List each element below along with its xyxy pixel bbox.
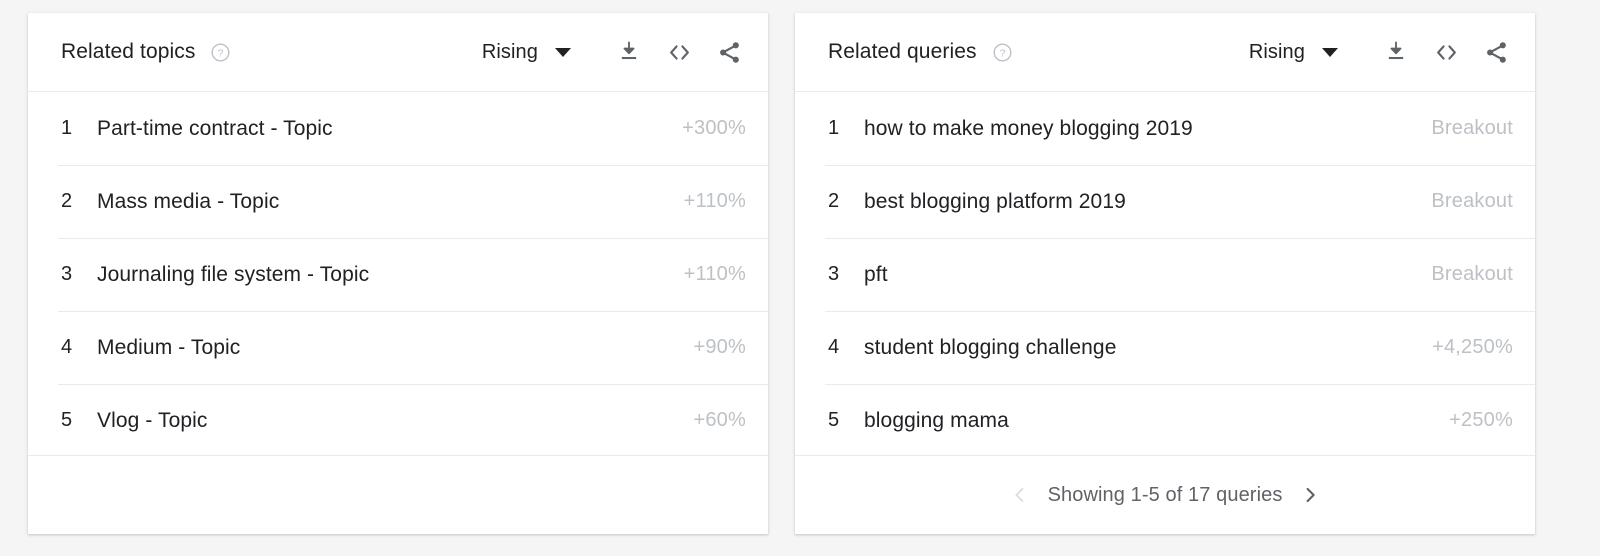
row-rank: 5	[828, 409, 840, 431]
related-queries-header: Related queries ? Rising	[795, 13, 1535, 92]
row-value: +300%	[682, 117, 746, 139]
table-row[interactable]: 3 pft Breakout	[795, 238, 1535, 311]
help-circle-icon[interactable]: ?	[210, 42, 231, 63]
sort-dropdown[interactable]: Rising	[1249, 41, 1338, 64]
row-title: Part-time contract - Topic	[97, 116, 333, 140]
svg-text:?: ?	[218, 47, 224, 59]
embed-icon[interactable]	[1429, 35, 1463, 69]
row-title: Mass media - Topic	[97, 189, 280, 213]
share-icon[interactable]	[1479, 35, 1513, 69]
row-title: pft	[864, 262, 888, 286]
chevron-down-icon	[555, 47, 571, 57]
sort-dropdown-value: Rising	[1248, 40, 1305, 63]
row-rank: 2	[828, 190, 840, 212]
row-rank: 3	[828, 263, 840, 285]
related-queries-footer: Showing 1-5 of 17 queries	[795, 455, 1535, 534]
embed-icon[interactable]	[662, 35, 696, 69]
download-icon[interactable]	[612, 35, 646, 69]
row-value: +110%	[683, 263, 746, 285]
row-rank: 3	[61, 263, 73, 285]
related-queries-panel: Related queries ? Rising 1 how to make m…	[795, 13, 1535, 534]
row-title: how to make money blogging 2019	[864, 116, 1193, 140]
table-row[interactable]: 2 best blogging platform 2019 Breakout	[795, 165, 1535, 238]
related-queries-list: 1 how to make money blogging 2019 Breako…	[795, 92, 1535, 455]
row-value: Breakout	[1431, 117, 1513, 139]
table-row[interactable]: 4 Medium - Topic +90%	[28, 311, 768, 384]
sort-dropdown-value: Rising	[481, 40, 538, 63]
table-row[interactable]: 2 Mass media - Topic +110%	[28, 165, 768, 238]
pagination-status: Showing 1-5 of 17 queries	[1047, 483, 1283, 506]
table-row[interactable]: 1 how to make money blogging 2019 Breako…	[795, 92, 1513, 165]
chevron-down-icon	[1322, 47, 1338, 57]
table-row[interactable]: 5 blogging mama +250%	[795, 384, 1535, 455]
table-row[interactable]: 4 student blogging challenge +4,250%	[795, 311, 1535, 384]
panel-title: Related topics	[61, 40, 196, 63]
row-title: blogging mama	[864, 408, 1009, 432]
row-value: +60%	[693, 409, 746, 431]
row-rank: 4	[828, 336, 840, 358]
pagination: Showing 1-5 of 17 queries	[1000, 475, 1331, 515]
trends-panels-board: Related topics ? Rising 1 Part-time cont…	[0, 0, 1600, 556]
table-row[interactable]: 5 Vlog - Topic +60%	[28, 384, 768, 455]
share-icon[interactable]	[712, 35, 746, 69]
row-rank: 1	[828, 117, 840, 139]
help-circle-icon[interactable]: ?	[992, 42, 1013, 63]
row-value: Breakout	[1431, 263, 1513, 285]
related-topics-panel: Related topics ? Rising 1 Part-time cont…	[28, 13, 768, 534]
panel-title: Related queries	[828, 40, 977, 63]
row-value: +250%	[1449, 409, 1513, 431]
row-value: Breakout	[1431, 190, 1513, 212]
chevron-right-icon[interactable]	[1290, 475, 1330, 515]
related-topics-footer	[28, 455, 768, 534]
chevron-left-icon[interactable]	[1000, 475, 1040, 515]
row-title: best blogging platform 2019	[864, 189, 1126, 213]
row-value: +110%	[683, 190, 746, 212]
row-title: student blogging challenge	[864, 335, 1117, 359]
row-rank: 2	[61, 190, 73, 212]
row-title: Journaling file system - Topic	[97, 262, 370, 286]
table-row[interactable]: 1 Part-time contract - Topic +300%	[28, 92, 746, 165]
row-title: Medium - Topic	[97, 335, 241, 359]
svg-text:?: ?	[999, 47, 1005, 59]
row-value: +90%	[693, 336, 746, 358]
table-row[interactable]: 3 Journaling file system - Topic +110%	[28, 238, 768, 311]
sort-dropdown[interactable]: Rising	[482, 41, 571, 64]
row-title: Vlog - Topic	[97, 408, 208, 432]
row-rank: 4	[61, 336, 73, 358]
download-icon[interactable]	[1379, 35, 1413, 69]
row-rank: 1	[61, 117, 73, 139]
row-value: +4,250%	[1432, 336, 1513, 358]
related-topics-list: 1 Part-time contract - Topic +300% 2 Mas…	[28, 92, 768, 455]
related-topics-header: Related topics ? Rising	[28, 13, 768, 92]
row-rank: 5	[61, 409, 73, 431]
